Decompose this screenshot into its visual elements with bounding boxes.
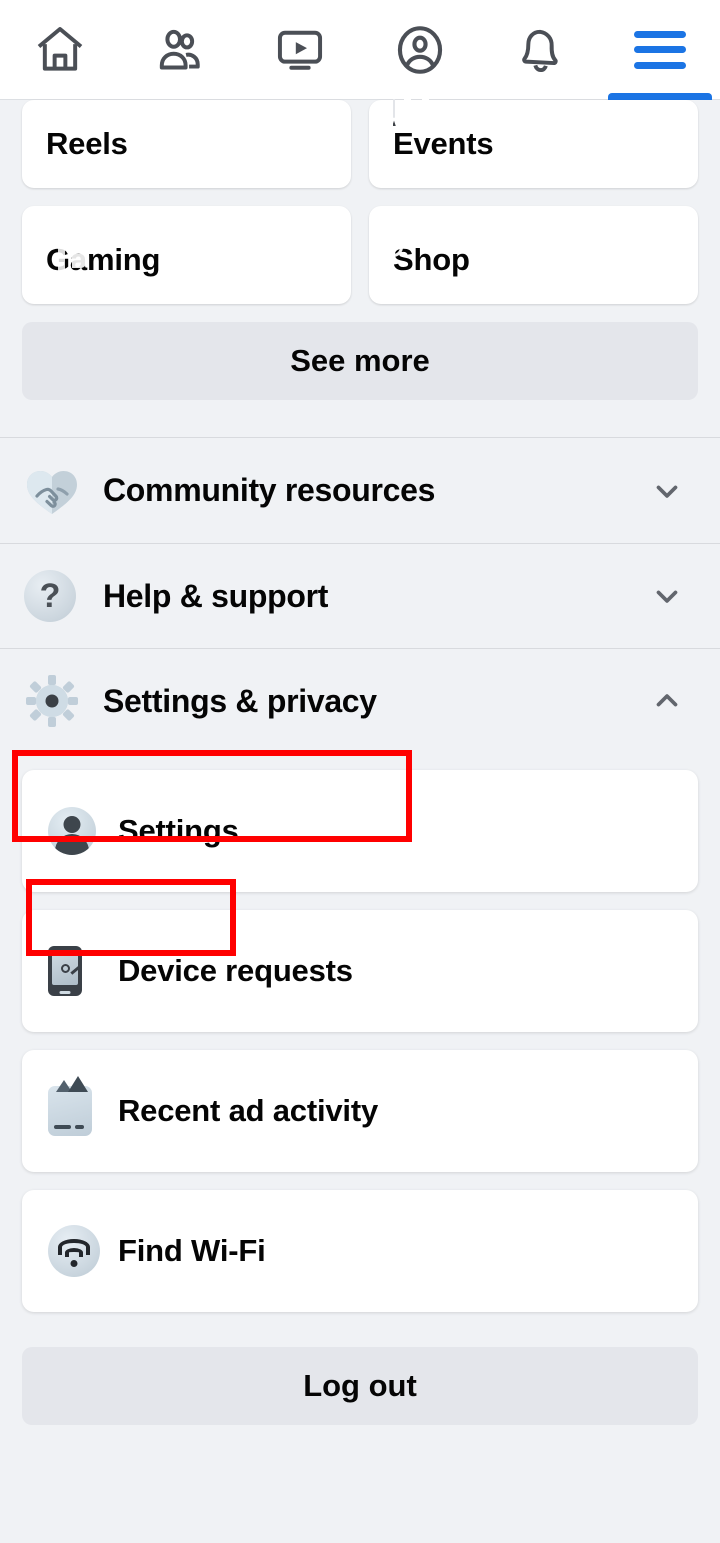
chevron-down-icon xyxy=(650,474,684,508)
submenu-item-device-requests[interactable]: Device requests xyxy=(22,910,698,1032)
accordion-label-settings-privacy: Settings & privacy xyxy=(103,682,377,719)
shortcut-tile-shop[interactable]: Shop xyxy=(369,206,698,304)
accordion-label-community-resources: Community resources xyxy=(103,472,436,508)
settings-submenu-list: Settings Device requests Recent ad activ… xyxy=(0,770,720,1312)
submenu-label-find-wifi: Find Wi-Fi xyxy=(118,1233,266,1268)
shortcut-tile-gaming[interactable]: Gaming xyxy=(22,206,351,304)
gear-icon xyxy=(24,674,88,728)
submenu-item-settings[interactable]: Settings xyxy=(22,770,698,892)
wifi-icon xyxy=(48,1225,102,1277)
accordion-help-support[interactable]: ? Help & support xyxy=(0,543,720,648)
accordion-label-help-support: Help & support xyxy=(103,577,329,614)
shortcut-label-reels: Reels xyxy=(46,126,128,161)
accordion-community-resources[interactable]: Community resources xyxy=(0,438,720,543)
see-more-button[interactable]: See more xyxy=(22,322,698,400)
avatar-icon xyxy=(48,807,102,855)
submenu-label-settings: Settings xyxy=(118,813,239,848)
shortcut-label-events: Events xyxy=(393,126,494,161)
submenu-item-recent-ad-activity[interactable]: Recent ad activity xyxy=(22,1050,698,1172)
chevron-down-icon xyxy=(650,579,684,613)
accordion-settings-privacy[interactable]: Settings & privacy xyxy=(0,648,720,753)
chevron-up-icon xyxy=(650,684,684,718)
events-icon: ★ xyxy=(393,97,674,126)
facebook-menu-screen: Reels ★ Events xyxy=(0,0,720,1543)
submenu-label-recent-ad-activity: Recent ad activity xyxy=(118,1093,379,1128)
phone-key-icon xyxy=(48,946,102,996)
shortcut-label-shop: Shop xyxy=(393,242,470,277)
heart-handshake-icon xyxy=(24,465,88,517)
ad-image-icon xyxy=(48,1076,102,1136)
log-out-button[interactable]: Log out xyxy=(22,1347,698,1425)
shortcut-tile-reels[interactable]: Reels xyxy=(22,100,351,188)
question-mark-icon: ? xyxy=(24,570,88,622)
submenu-item-find-wifi[interactable]: Find Wi-Fi xyxy=(22,1190,698,1312)
shortcuts-grid: Reels ★ Events xyxy=(0,97,720,304)
submenu-label-device-requests: Device requests xyxy=(118,953,353,988)
shortcut-tile-events[interactable]: ★ Events xyxy=(369,97,698,188)
